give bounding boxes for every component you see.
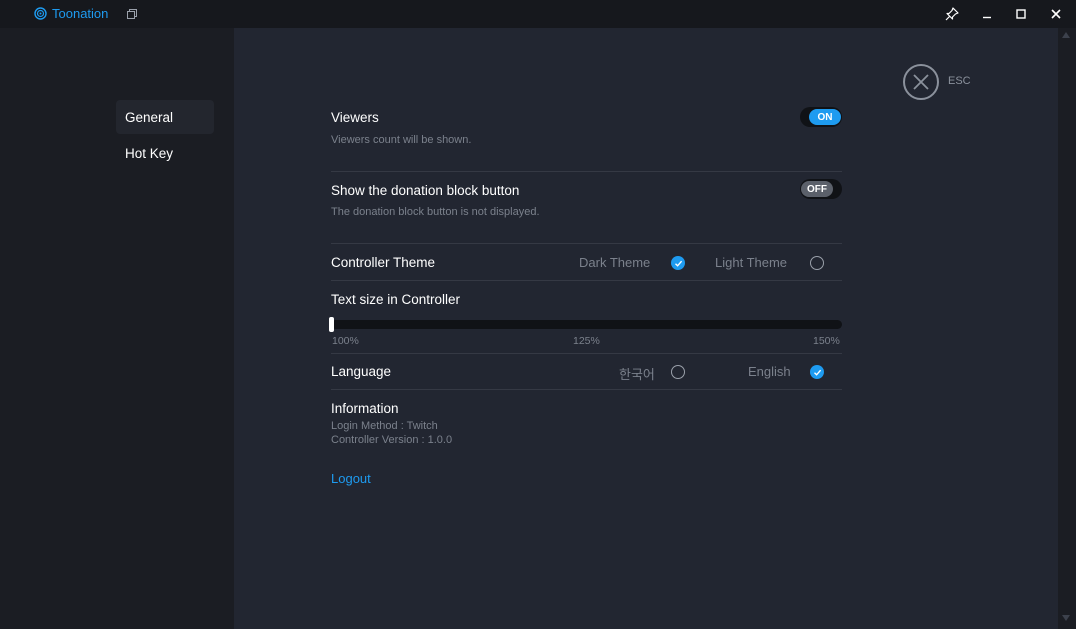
text-size-title: Text size in Controller [331,292,461,307]
korean-label[interactable]: 한국어 [619,364,655,383]
scroll-up-arrow-icon[interactable] [1062,32,1070,38]
restore-icon[interactable] [127,9,137,19]
viewers-title: Viewers [331,110,379,125]
sidebar-item-label: General [125,109,174,125]
dark-theme-label[interactable]: Dark Theme [579,255,650,270]
light-theme-radio[interactable] [810,256,824,270]
tick-100: 100% [332,335,359,347]
scroll-down-arrow-icon[interactable] [1062,615,1070,621]
esc-label: ESC [948,75,971,87]
donation-block-toggle-state: OFF [801,181,833,197]
viewers-description: Viewers count will be shown. [331,134,472,146]
checkmark-icon [674,260,682,267]
minimize-icon [983,16,991,19]
controller-theme-title: Controller Theme [331,255,436,270]
close-circle-icon [913,74,929,90]
controller-version-text: Controller Version : 1.0.0 [331,434,453,446]
text-size-slider-handle[interactable] [329,317,334,332]
divider [331,171,842,172]
checkmark-icon [813,369,821,376]
app-brand: Toonation [34,6,108,21]
login-method-text: Login Method : Twitch [331,420,438,432]
maximize-icon [1016,9,1026,19]
divider [331,389,842,390]
close-window-button[interactable] [1039,0,1073,28]
english-radio[interactable] [810,365,824,379]
divider [331,280,842,281]
donation-block-description: The donation block button is not display… [331,206,540,218]
scrollbar[interactable] [1058,28,1076,629]
minimize-button[interactable] [970,0,1004,28]
divider [331,243,842,244]
viewers-toggle-state: ON [809,109,841,125]
tick-150: 150% [813,335,840,347]
english-label[interactable]: English [748,364,791,379]
toonation-logo-icon [34,7,47,20]
divider [331,353,842,354]
close-settings-button[interactable] [903,64,939,100]
sidebar-item-label: Hot Key [125,145,174,161]
donation-block-toggle[interactable]: OFF [800,179,842,199]
dark-theme-radio[interactable] [671,256,685,270]
viewers-toggle[interactable]: ON [800,107,842,127]
korean-radio[interactable] [671,365,685,379]
maximize-button[interactable] [1004,0,1038,28]
information-title: Information [331,401,399,416]
pin-button[interactable] [935,0,969,28]
text-size-slider[interactable] [331,320,842,329]
tick-125: 125% [573,335,600,347]
sidebar-item-hot-key[interactable]: Hot Key [116,136,214,170]
pin-icon [945,7,959,21]
close-icon [1051,9,1061,19]
sidebar-item-general[interactable]: General [116,100,214,134]
light-theme-label[interactable]: Light Theme [715,255,787,270]
app-title: Toonation [52,6,109,21]
logout-link[interactable]: Logout [331,471,371,486]
language-title: Language [331,364,392,379]
title-bar: Toonation [0,0,1076,28]
donation-block-title: Show the donation block button [331,183,520,198]
